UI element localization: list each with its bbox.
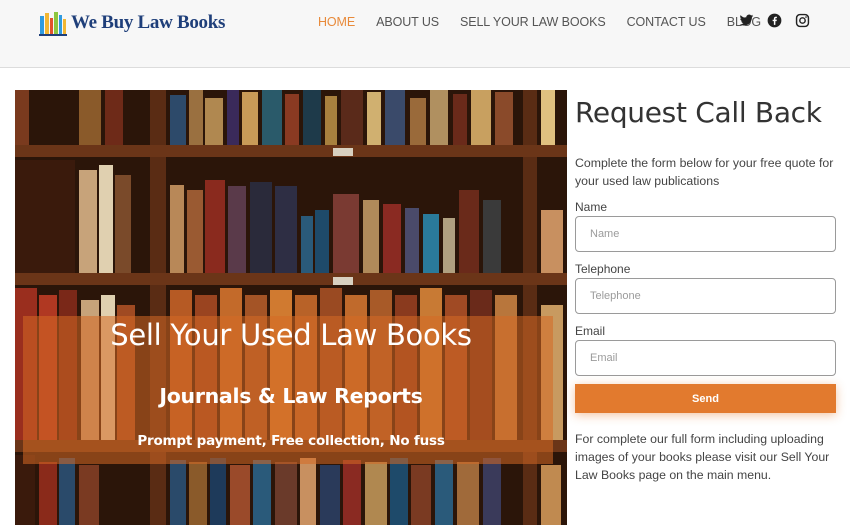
email-input[interactable] [575, 340, 836, 376]
form-intro: Complete the form below for your free qu… [575, 156, 834, 188]
name-input[interactable] [575, 216, 836, 252]
telephone-label: Telephone [575, 262, 631, 276]
nav-home[interactable]: HOME [318, 15, 355, 29]
nav-sell-your-law-books[interactable]: SELL YOUR LAW BOOKS [460, 15, 606, 29]
form-note: For complete our full form including upl… [575, 432, 830, 482]
form-title: Request Call Back [575, 96, 822, 129]
hero-subtitle: Journals & Law Reports [159, 384, 423, 408]
hero-title: Sell Your Used Law Books [110, 318, 472, 352]
twitter-icon[interactable] [739, 13, 755, 29]
request-callback-form: Request Call Back Complete the form belo… [575, 90, 837, 484]
bookshelf-logo-icon [39, 10, 67, 36]
site-logo[interactable]: We Buy Law Books [39, 10, 225, 36]
main-nav: HOME ABOUT US SELL YOUR LAW BOOKS CONTAC… [318, 15, 782, 29]
social-links [739, 13, 811, 29]
telephone-input[interactable] [575, 278, 836, 314]
instagram-icon[interactable] [795, 13, 811, 29]
facebook-icon[interactable] [767, 13, 783, 29]
hero-banner: Sell Your Used Law Books Journals & Law … [15, 90, 567, 525]
name-label: Name [575, 200, 608, 214]
logo-text: We Buy Law Books [71, 12, 226, 33]
nav-about-us[interactable]: ABOUT US [376, 15, 439, 29]
hero-tagline: Prompt payment, Free collection, No fuss [137, 433, 445, 449]
send-button[interactable]: Send [575, 384, 836, 413]
nav-contact-us[interactable]: CONTACT US [627, 15, 706, 29]
email-label: Email [575, 324, 606, 338]
site-header: We Buy Law Books HOME ABOUT US SELL YOUR… [0, 0, 850, 68]
